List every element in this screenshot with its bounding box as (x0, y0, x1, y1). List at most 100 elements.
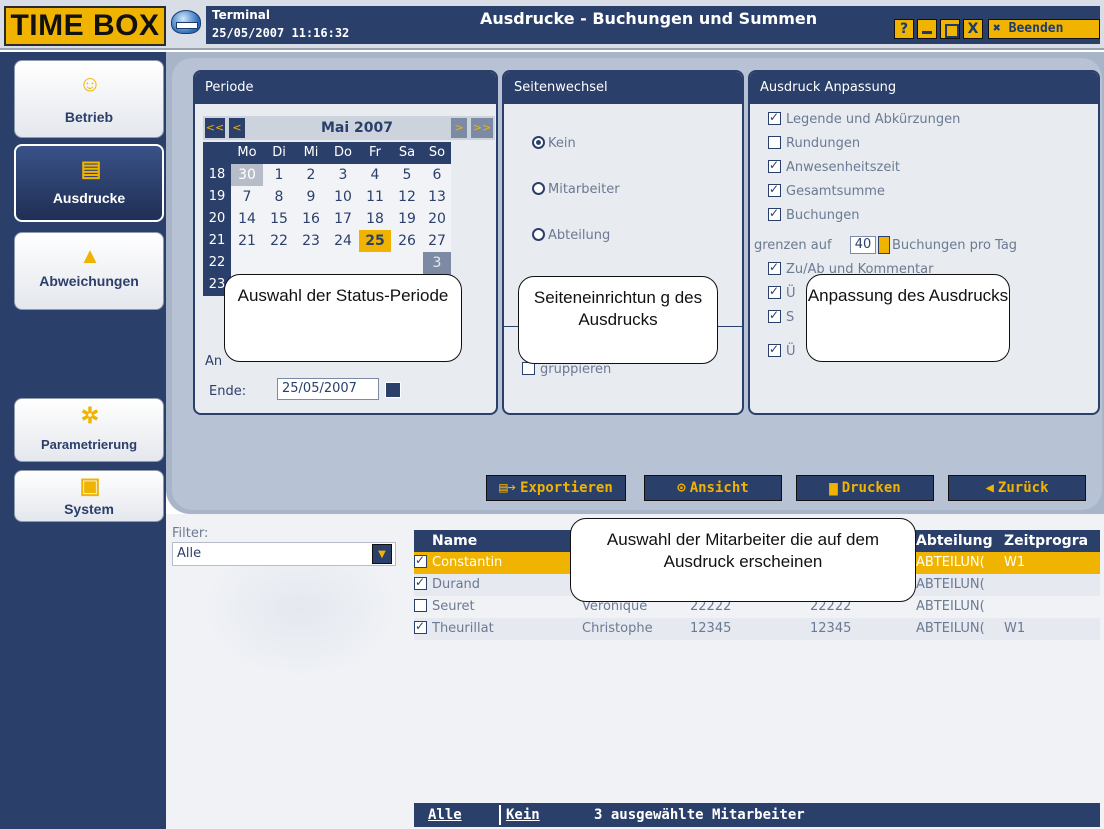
table-cell-first: Christophe (582, 621, 653, 636)
row-checkbox[interactable] (414, 599, 432, 614)
select-all-link[interactable]: Alle (428, 803, 462, 827)
limit-input[interactable]: 40 (850, 236, 876, 254)
table-cell-n1: 12345 (690, 621, 732, 636)
calendar-day[interactable]: 3 (327, 164, 359, 186)
anpassung-option-checkbox[interactable]: Legende und Abkürzungen (768, 110, 960, 127)
export-label: Exportieren (520, 480, 613, 496)
column-name[interactable]: Name (432, 530, 552, 552)
calendar-day[interactable]: 22 (263, 230, 295, 252)
calendar-day[interactable]: 19 (391, 208, 423, 230)
export-button[interactable]: ▤➔ Exportieren (486, 475, 626, 501)
checkbox-icon (768, 136, 781, 149)
calendar-day[interactable]: 2 (295, 164, 327, 186)
anpassung-extra-checkbox[interactable]: Ü (768, 342, 796, 359)
printer-icon: ▆ (829, 480, 838, 496)
prev-year-button[interactable]: << (205, 118, 225, 138)
calendar-weekdays: Mo Di Mi Do Fr Sa So (203, 142, 495, 164)
calendar-day[interactable]: 18 (359, 208, 391, 230)
column-abteilung[interactable]: Abteilung (916, 530, 1000, 552)
calendar-day[interactable]: 30 (231, 164, 263, 186)
prev-month-button[interactable]: < (229, 118, 245, 138)
back-button[interactable]: ◀ Zurück (948, 475, 1086, 501)
next-month-button[interactable]: > (451, 118, 467, 138)
close-button[interactable]: X (963, 19, 983, 39)
calendar-day[interactable] (327, 252, 359, 274)
print-button[interactable]: ▆ Drucken (796, 475, 934, 501)
checkbox-icon (768, 308, 781, 323)
sidebar-item-abweichungen[interactable]: ▲ Abweichungen (14, 232, 164, 310)
view-button[interactable]: ⊙ Ansicht (644, 475, 782, 501)
calendar-day[interactable] (263, 252, 295, 274)
ende-label: Ende: (209, 384, 247, 399)
weekday-label: Sa (391, 142, 423, 164)
maximize-button[interactable] (940, 19, 960, 39)
week-number-header (203, 142, 231, 164)
calendar-day[interactable]: 3 (423, 252, 451, 274)
calendar-day[interactable]: 9 (295, 186, 327, 208)
calendar-day[interactable]: 8 (263, 186, 295, 208)
help-button[interactable]: ? (894, 19, 914, 39)
row-checkbox[interactable] (414, 619, 432, 636)
anpassung-option-checkbox[interactable]: Anwesenheitszeit (768, 158, 901, 175)
next-year-button[interactable]: >> (471, 118, 493, 138)
calendar-day[interactable]: 7 (231, 186, 263, 208)
radio-abteilung[interactable]: Abteilung (532, 228, 610, 243)
ende-date-input[interactable]: 25/05/2007 (277, 378, 379, 400)
gruppieren-checkbox[interactable]: gruppieren (522, 362, 611, 377)
calendar-day[interactable]: 24 (327, 230, 359, 252)
anpassung-option-checkbox[interactable]: Buchungen (768, 206, 860, 223)
calendar-day[interactable]: 10 (327, 186, 359, 208)
sidebar-item-parametrierung[interactable]: ✲ Parametrierung (14, 398, 164, 462)
calendar-day[interactable]: 14 (231, 208, 263, 230)
filter-select[interactable]: Alle (172, 542, 396, 566)
checkbox-icon (414, 599, 427, 612)
sidebar-item-betrieb[interactable]: ☺ Betrieb (14, 60, 164, 138)
anpassung-option-checkbox[interactable]: Rundungen (768, 136, 860, 151)
anpassung-option-checkbox[interactable]: Gesamtsumme (768, 182, 885, 199)
sidebar-item-ausdrucke[interactable]: ▤ Ausdrucke (14, 144, 164, 222)
calendar-day[interactable]: 21 (231, 230, 263, 252)
print-label: Drucken (841, 480, 901, 496)
radio-kein[interactable]: Kein (532, 136, 576, 151)
calendar-day[interactable] (359, 252, 391, 274)
minimize-button[interactable] (917, 19, 937, 39)
calendar-day[interactable]: 17 (327, 208, 359, 230)
row-checkbox[interactable] (414, 553, 432, 570)
calendar-day[interactable]: 16 (295, 208, 327, 230)
calendar-day[interactable] (391, 252, 423, 274)
calendar-day[interactable]: 1 (263, 164, 295, 186)
sidebar-item-system[interactable]: ▣ System (14, 470, 164, 522)
radio-label: Abteilung (548, 228, 611, 243)
calendar-day[interactable]: 12 (391, 186, 423, 208)
ende-date-picker-icon[interactable] (385, 382, 401, 398)
calendar-day[interactable]: 6 (423, 164, 451, 186)
calendar-day[interactable] (231, 252, 263, 274)
calendar-day[interactable]: 27 (423, 230, 451, 252)
select-none-link[interactable]: Kein (506, 803, 540, 827)
checkbox-label: gruppieren (540, 362, 612, 377)
quit-button[interactable]: ✖ Beenden (988, 19, 1100, 39)
radio-mitarbeiter[interactable]: Mitarbeiter (532, 182, 620, 197)
weekday-label: So (423, 142, 451, 164)
checkbox-label: Anwesenheitszeit (786, 160, 901, 175)
limit-spinner-icon[interactable] (878, 236, 890, 254)
calendar-day[interactable]: 5 (391, 164, 423, 186)
anpassung-extra-checkbox[interactable]: Ü (768, 284, 796, 301)
calendar-day[interactable]: 25 (359, 230, 391, 252)
calendar-day[interactable] (295, 252, 327, 274)
calendar-day[interactable]: 13 (423, 186, 451, 208)
week-number: 18 (203, 164, 231, 186)
checkbox-icon (414, 553, 427, 568)
calendar-day[interactable]: 4 (359, 164, 391, 186)
calendar-day[interactable]: 11 (359, 186, 391, 208)
calendar-day[interactable]: 23 (295, 230, 327, 252)
chevron-down-icon[interactable]: ▼ (372, 544, 392, 564)
calendar-day[interactable]: 15 (263, 208, 295, 230)
anpassung-extra-checkbox[interactable]: S (768, 308, 794, 325)
row-checkbox[interactable] (414, 575, 432, 592)
calendar-day[interactable]: 26 (391, 230, 423, 252)
table-cell-prog: W1 (1004, 555, 1026, 570)
column-zeitprogramm[interactable]: Zeitprogra (1004, 530, 1100, 552)
table-row[interactable]: Theurillat Christophe 12345 12345 ABTEILUN(W… (414, 618, 1100, 640)
calendar-day[interactable]: 20 (423, 208, 451, 230)
